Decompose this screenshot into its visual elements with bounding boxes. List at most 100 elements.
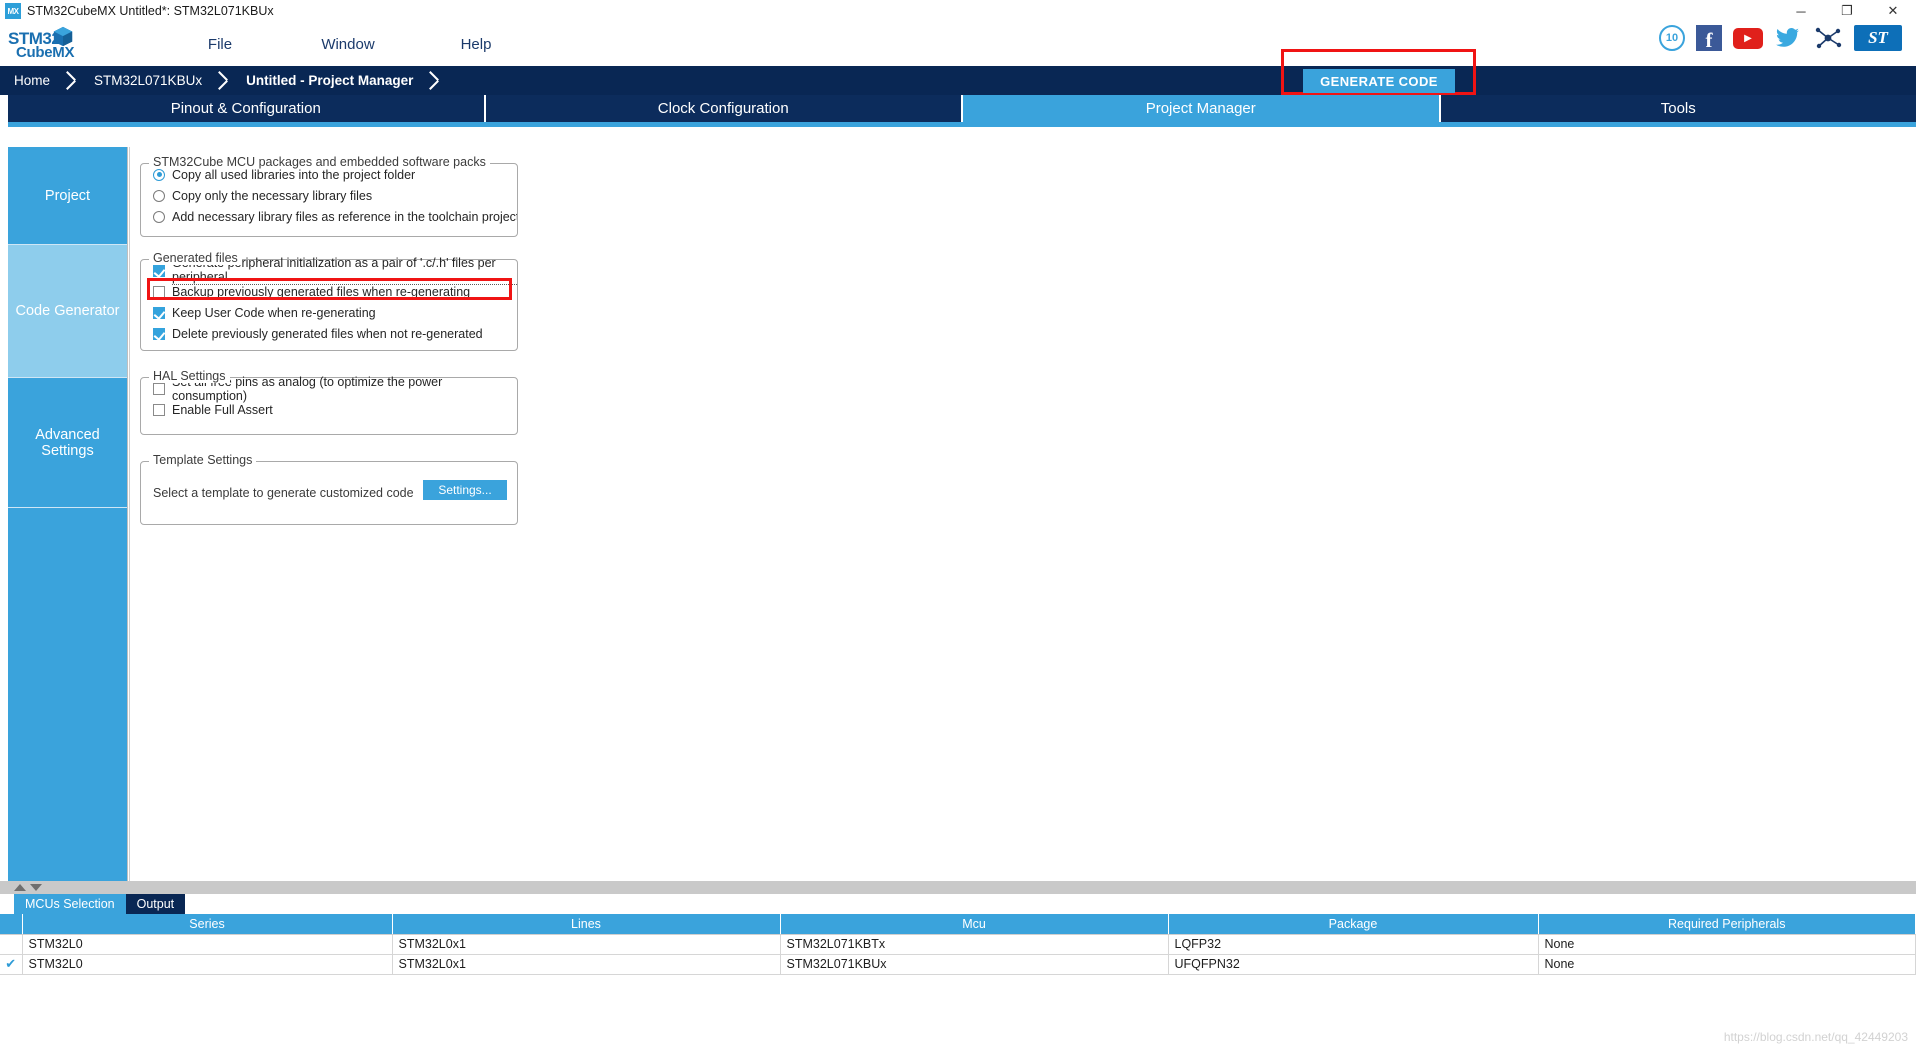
menu-strip: STM32 CubeMX File Window Help 10 f ▶ ST (0, 22, 1916, 66)
column-mark[interactable] (0, 914, 23, 935)
collapse-up-icon[interactable] (14, 884, 26, 891)
column-series[interactable]: Series (22, 914, 393, 935)
chevron-right-icon (216, 66, 232, 95)
column-required-peripherals[interactable]: Required Peripherals (1538, 914, 1916, 935)
tab-clock-configuration[interactable]: Clock Configuration (485, 95, 963, 122)
row-mark (0, 934, 23, 955)
code-generator-panel: STM32Cube MCU packages and embedded soft… (129, 147, 1907, 881)
radio-copy-necessary-libraries[interactable]: Copy only the necessary library files (141, 185, 517, 206)
sidebar-item-empty (8, 508, 127, 880)
table-row[interactable]: ✔ STM32L0 STM32L0x1 STM32L071KBUx UFQFPN… (0, 954, 1916, 975)
table-row[interactable]: STM32L0 STM32L0x1 STM32L071KBTx LQFP32 N… (0, 934, 1916, 955)
breadcrumb: Home STM32L071KBUx Untitled - Project Ma… (0, 49, 1916, 95)
checkbox-unchecked-icon (153, 382, 165, 395)
chevron-right-icon (64, 66, 80, 95)
facebook-icon[interactable]: f (1696, 25, 1722, 51)
cell-lines: STM32L0x1 (392, 954, 781, 975)
menu-file[interactable]: File (156, 36, 284, 53)
generate-code-button[interactable]: GENERATE CODE (1303, 69, 1455, 93)
menu-help[interactable]: Help (412, 36, 540, 53)
close-icon[interactable]: ✕ (1870, 0, 1916, 22)
tab-pinout-configuration[interactable]: Pinout & Configuration (8, 95, 486, 122)
group-generated-files-legend: Generated files (149, 251, 242, 265)
checkbox-delete-previous-files[interactable]: Delete previously generated files when n… (141, 323, 517, 344)
tab-underline (8, 122, 1916, 127)
cell-mcu: STM32L071KBUx (780, 954, 1169, 975)
breadcrumb-item-project-manager[interactable]: Untitled - Project Manager (232, 73, 427, 88)
tab-mcus-selection[interactable]: MCUs Selection (14, 894, 126, 914)
checkbox-unchecked-icon (153, 285, 165, 298)
template-description: Select a template to generate customized… (153, 486, 414, 500)
mcus-selection-table: Series Lines Mcu Package Required Periph… (0, 914, 1916, 975)
radio-copy-necessary-libraries-label: Copy only the necessary library files (172, 188, 373, 203)
breadcrumb-item-mcu[interactable]: STM32L071KBUx (80, 73, 216, 88)
row-mark-selected: ✔ (0, 954, 23, 975)
checkbox-keep-user-code[interactable]: Keep User Code when re-generating (141, 302, 517, 323)
checkbox-checked-icon (153, 264, 165, 277)
youtube-icon[interactable]: ▶ (1733, 27, 1763, 49)
column-lines[interactable]: Lines (392, 914, 781, 935)
restore-icon[interactable]: ❐ (1824, 0, 1870, 22)
panel-splitter[interactable] (0, 881, 1916, 894)
cell-mcu: STM32L071KBTx (780, 934, 1169, 955)
menu-window[interactable]: Window (284, 36, 412, 53)
main-tab-bar: Pinout & Configuration Clock Configurati… (0, 95, 1916, 122)
window-controls: ─ ❐ ✕ (1778, 0, 1916, 22)
network-icon[interactable] (1813, 25, 1843, 51)
network-nodes-glyph (1815, 27, 1842, 49)
checkbox-checked-icon (153, 306, 165, 319)
cell-package: LQFP32 (1168, 934, 1539, 955)
chevron-right-icon (427, 66, 443, 95)
group-hal-settings-legend: HAL Settings (149, 369, 230, 383)
radio-copy-all-libraries-label: Copy all used libraries into the project… (172, 167, 416, 182)
group-hal-settings: HAL Settings Set all free pins as analog… (140, 369, 518, 435)
sidebar-item-code-generator[interactable]: Code Generator (8, 245, 127, 378)
cell-series: STM32L0 (22, 954, 393, 975)
collapse-down-icon[interactable] (30, 884, 42, 891)
social-links: 10 f ▶ ST (1659, 25, 1902, 51)
cubemx-logo: STM32 CubeMX (8, 25, 78, 63)
menu-items: File Window Help (156, 36, 540, 53)
cell-required-peripherals: None (1538, 954, 1916, 975)
tab-project-manager[interactable]: Project Manager (963, 95, 1441, 122)
cube-icon (53, 26, 73, 47)
checkbox-backup-previous-files[interactable]: Backup previously generated files when r… (141, 281, 517, 302)
checkbox-backup-previous-files-label: Backup previously generated files when r… (172, 284, 471, 299)
cell-required-peripherals: None (1538, 934, 1916, 955)
bottom-tab-bar: MCUs Selection Output (0, 894, 1916, 914)
project-manager-sidebar: Project Code Generator Advanced Settings (8, 147, 128, 881)
watermark-text: https://blog.csdn.net/qq_42449203 (1723, 1030, 1908, 1044)
bottom-panel: MCUs Selection Output Series Lines Mcu P… (0, 894, 1916, 1046)
column-package[interactable]: Package (1168, 914, 1539, 935)
window-title: STM32CubeMX Untitled*: STM32L071KBUx (27, 4, 274, 18)
window-titlebar: MX STM32CubeMX Untitled*: STM32L071KBUx … (0, 0, 1916, 22)
group-mcu-packages: STM32Cube MCU packages and embedded soft… (140, 155, 518, 237)
template-settings-button[interactable]: Settings... (423, 480, 507, 500)
checkbox-checked-icon (153, 327, 165, 340)
checkbox-enable-full-assert-label: Enable Full Assert (172, 402, 273, 417)
radio-unselected-icon (153, 210, 165, 223)
cell-package: UFQFPN32 (1168, 954, 1539, 975)
radio-add-as-reference[interactable]: Add necessary library files as reference… (141, 206, 517, 227)
sidebar-item-advanced-settings[interactable]: Advanced Settings (8, 378, 127, 508)
table-header-row: Series Lines Mcu Package Required Periph… (0, 914, 1916, 935)
radio-add-as-reference-label: Add necessary library files as reference… (172, 209, 517, 224)
sidebar-item-project[interactable]: Project (8, 147, 127, 245)
app-icon: MX (5, 3, 21, 19)
breadcrumb-item-home[interactable]: Home (0, 73, 64, 88)
checkbox-unchecked-icon (153, 403, 165, 416)
tab-tools[interactable]: Tools (1440, 95, 1916, 122)
checkbox-keep-user-code-label: Keep User Code when re-generating (172, 305, 376, 320)
group-generated-files: Generated files Generate peripheral init… (140, 251, 518, 351)
cell-lines: STM32L0x1 (392, 934, 781, 955)
youtube-play-glyph: ▶ (1744, 32, 1752, 44)
group-template-settings-legend: Template Settings (149, 453, 257, 467)
work-area: Project Code Generator Advanced Settings… (0, 147, 1916, 881)
column-mcu[interactable]: Mcu (780, 914, 1169, 935)
cell-series: STM32L0 (22, 934, 393, 955)
tab-output[interactable]: Output (125, 894, 186, 914)
radio-selected-icon (153, 168, 165, 181)
minimize-icon[interactable]: ─ (1778, 0, 1824, 22)
twitter-icon[interactable] (1774, 25, 1802, 51)
checkbox-delete-previous-files-label: Delete previously generated files when n… (172, 326, 483, 341)
